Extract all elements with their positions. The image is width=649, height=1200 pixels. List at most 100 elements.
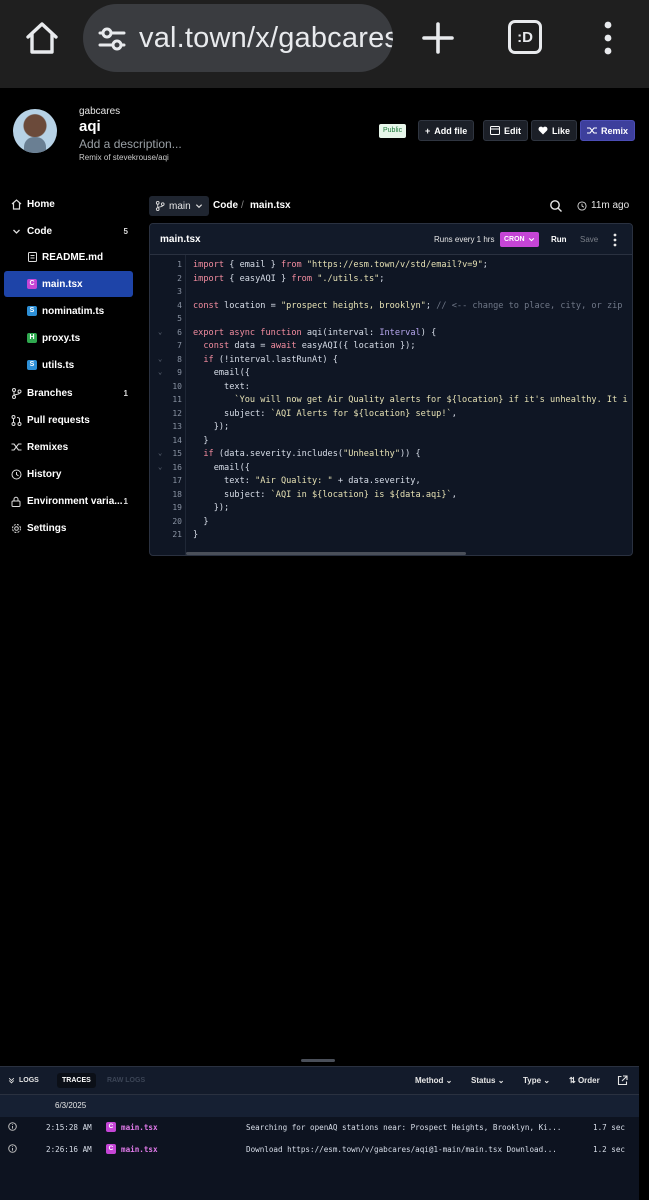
branch-icon — [9, 386, 23, 400]
tab-traces[interactable]: TRACES — [57, 1073, 96, 1088]
breadcrumb-file: main.tsx — [250, 200, 291, 211]
code-text[interactable]: import { email } from "https://esm.town/… — [193, 260, 488, 270]
file-item-utils[interactable]: S utils.ts — [4, 352, 133, 378]
type-filter[interactable]: Type ⌄ — [523, 1076, 550, 1085]
new-tab-icon[interactable] — [420, 18, 456, 58]
code-line[interactable]: 12 subject: `AQI Alerts for ${location} … — [150, 409, 632, 423]
code-text[interactable]: } — [193, 517, 208, 527]
code-line[interactable]: 3 — [150, 287, 632, 301]
code-text[interactable]: email({ — [193, 463, 250, 473]
code-line[interactable]: 10 text: — [150, 382, 632, 396]
sidebar-item-home[interactable]: Home — [0, 193, 138, 215]
sidebar-item-history[interactable]: History — [0, 463, 138, 485]
code-line[interactable]: 4 const location = "prospect heights, bro… — [150, 301, 632, 315]
code-text[interactable]: subject: `AQI Alerts for ${location} set… — [193, 409, 457, 419]
code-line[interactable]: 20 } — [150, 517, 632, 531]
breadcrumb-code[interactable]: Code — [213, 200, 238, 211]
more-options-icon[interactable] — [612, 233, 618, 247]
run-button[interactable]: Run — [551, 235, 567, 244]
code-line[interactable]: 14 } — [150, 436, 632, 450]
log-row[interactable]: 2:15:28 AM C main.tsx Searching for open… — [0, 1117, 639, 1139]
code-line[interactable]: ⌄ 6 export async function aqi(interval: In… — [150, 328, 632, 342]
log-row[interactable]: 2:26:16 AM C main.tsx Download https://e… — [0, 1139, 639, 1161]
code-line[interactable]: 2 import { easyAQI } from "./utils.ts"; — [150, 274, 632, 288]
schedule-text[interactable]: Runs every 1 hrs — [434, 235, 494, 244]
owner-name[interactable]: gabcares — [79, 106, 120, 117]
code-line[interactable]: ⌄ 9 email({ — [150, 368, 632, 382]
home-icon[interactable] — [22, 18, 62, 58]
tab-raw-logs[interactable]: RAW LOGS — [107, 1077, 145, 1084]
code-text[interactable]: `You will now get Air Quality alerts for… — [193, 395, 627, 405]
log-file[interactable]: main.tsx — [121, 1145, 158, 1154]
address-bar[interactable]: val.town/x/gabcares — [83, 4, 393, 72]
sidebar-item-pull-requests[interactable]: Pull requests — [0, 409, 138, 431]
code-text[interactable]: } — [193, 436, 208, 446]
file-item-readme[interactable]: README.md — [4, 244, 133, 270]
code-line[interactable]: 5 — [150, 314, 632, 328]
sidebar-item-label: Home — [27, 198, 55, 210]
sidebar-item-remixes[interactable]: Remixes — [0, 436, 138, 458]
code-line[interactable]: ⌄ 15 if (data.severity.includes("Unhealth… — [150, 449, 632, 463]
file-item-nominatim[interactable]: S nominatim.ts — [4, 298, 133, 324]
code-line[interactable]: 19 }); — [150, 503, 632, 517]
code-text[interactable]: export async function aqi(interval: Inte… — [193, 328, 436, 338]
code-line[interactable]: 17 text: "Air Quality: " + data.severity… — [150, 476, 632, 490]
code-text[interactable]: import { easyAQI } from "./utils.ts"; — [193, 274, 384, 284]
code-line[interactable]: 7 const data = await easyAQI({ location … — [150, 341, 632, 355]
code-text[interactable]: const data = await easyAQI({ location })… — [193, 341, 415, 351]
sidebar-item-branches[interactable]: Branches 1 — [0, 382, 138, 404]
code-text[interactable]: if (!interval.lastRunAt) { — [193, 355, 338, 365]
code-line[interactable]: 21} — [150, 530, 632, 544]
sidebar-item-environment[interactable]: Environment varia... 1 — [0, 490, 138, 512]
edit-button[interactable]: Edit — [483, 120, 528, 141]
method-filter[interactable]: Method ⌄ — [415, 1076, 452, 1085]
code-line[interactable]: ⌄ 16 email({ — [150, 463, 632, 477]
code-editor[interactable]: main.tsx Runs every 1 hrs CRON Run Save … — [149, 223, 633, 556]
file-item-main[interactable]: C main.tsx — [4, 271, 133, 297]
code-text[interactable]: email({ — [193, 368, 250, 378]
tab-switcher-button[interactable]: :D — [508, 20, 542, 54]
code-text[interactable]: }); — [193, 422, 230, 432]
url-text[interactable]: val.town/x/gabcares — [139, 22, 393, 55]
site-settings-icon[interactable] — [97, 24, 127, 54]
sidebar-item-label: Remixes — [27, 441, 69, 453]
save-button[interactable]: Save — [580, 235, 598, 244]
like-button[interactable]: Like — [531, 120, 578, 141]
status-filter[interactable]: Status ⌄ — [471, 1076, 504, 1085]
code-text[interactable]: if (data.severity.includes("Unhealthy"))… — [193, 449, 420, 459]
add-file-button[interactable]: + Add file — [418, 120, 475, 141]
cron-type-selector[interactable]: CRON — [500, 232, 539, 247]
branch-name: main — [169, 200, 191, 212]
chevron-down-icon — [9, 224, 23, 238]
code-text[interactable]: }); — [193, 503, 230, 513]
editor-toolbar: main Code / main.tsx 11m ago — [149, 196, 633, 216]
browser-menu-icon[interactable] — [598, 20, 618, 56]
code-line[interactable]: 13 }); — [150, 422, 632, 436]
open-external-icon[interactable] — [617, 1075, 628, 1086]
code-line[interactable]: 1 import { email } from "https://esm.town… — [150, 260, 632, 274]
last-updated[interactable]: 11m ago — [577, 200, 629, 211]
code-text[interactable]: text: — [193, 382, 250, 392]
branch-selector[interactable]: main — [149, 196, 209, 216]
remix-of-link[interactable]: Remix of stevekrouse/aqi — [79, 153, 169, 162]
file-item-proxy[interactable]: H proxy.ts — [4, 325, 133, 351]
search-icon[interactable] — [549, 199, 563, 213]
panel-resize-handle[interactable] — [301, 1059, 335, 1062]
horizontal-scrollbar[interactable] — [186, 552, 466, 555]
code-text[interactable]: const location = "prospect heights, broo… — [193, 301, 622, 311]
description-field[interactable]: Add a description... — [79, 137, 182, 151]
order-button[interactable]: ⇅ Order — [569, 1076, 600, 1085]
sidebar-item-settings[interactable]: Settings — [0, 517, 138, 539]
code-text[interactable]: subject: `AQI in ${location} is ${data.a… — [193, 490, 457, 500]
code-line[interactable]: 18 subject: `AQI in ${location} is ${dat… — [150, 490, 632, 504]
edit-icon — [490, 126, 500, 135]
remix-button[interactable]: Remix — [580, 120, 636, 141]
sidebar-item-code[interactable]: Code 5 — [0, 220, 138, 242]
code-text[interactable]: } — [193, 530, 198, 540]
avatar[interactable] — [13, 109, 57, 153]
code-line[interactable]: ⌄ 8 if (!interval.lastRunAt) { — [150, 355, 632, 369]
logs-toggle[interactable]: LOGS — [8, 1077, 39, 1084]
code-line[interactable]: 11 `You will now get Air Quality alerts … — [150, 395, 632, 409]
code-text[interactable]: text: "Air Quality: " + data.severity, — [193, 476, 421, 486]
log-file[interactable]: main.tsx — [121, 1123, 158, 1132]
